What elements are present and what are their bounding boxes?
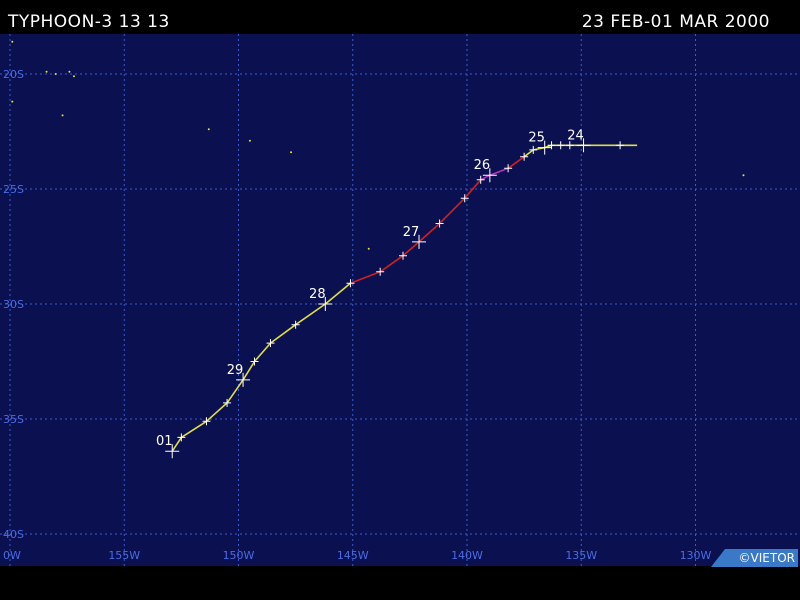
ocean-background: [0, 34, 800, 566]
day-label: 28: [309, 287, 326, 302]
track-map: 0W 155W 150W 145W 140W 135W 130W 20S 25S 30S 35S 40…: [0, 34, 800, 566]
island-dot: [742, 174, 745, 177]
island-dot: [54, 73, 57, 75]
island-dot: [68, 70, 71, 73]
lon-tick-label: 150W: [223, 549, 255, 562]
island-dot: [45, 70, 48, 73]
lon-tick-label: 140W: [451, 549, 483, 562]
island-dot: [61, 114, 64, 117]
lat-tick-label: 25S: [3, 183, 24, 196]
map-canvas: 0W 155W 150W 145W 140W 135W 130W 20S 25S 30S 35S 40…: [0, 34, 800, 566]
day-label: 29: [227, 363, 244, 378]
lat-tick-label: 20S: [3, 68, 24, 81]
lat-tick-label: 40S: [3, 528, 24, 541]
island-dot: [248, 139, 251, 142]
lat-tick-label: 30S: [3, 298, 24, 311]
date-range: 23 FEB-01 MAR 2000: [581, 12, 770, 32]
island-dot: [72, 75, 75, 78]
lon-tick-label: 135W: [565, 549, 597, 562]
day-label: 27: [403, 225, 420, 240]
day-label: 25: [528, 131, 545, 146]
credit-label: ©VIETOR: [711, 549, 798, 567]
island-dot: [207, 128, 210, 131]
island-dot: [290, 151, 293, 154]
lon-tick-label: 145W: [337, 549, 369, 562]
day-label: 24: [567, 128, 584, 143]
lat-tick-label: 35S: [3, 413, 24, 426]
lon-tick-label: 130W: [680, 549, 712, 562]
map-title: TYPHOON-3 13 13: [8, 12, 170, 32]
island-dot: [11, 40, 14, 43]
lon-tick-label: 0W: [3, 549, 21, 562]
island-dot: [11, 100, 14, 103]
lon-tick-label: 155W: [108, 549, 140, 562]
day-label: 01: [156, 434, 173, 449]
island-dot: [367, 247, 370, 250]
day-label: 26: [474, 158, 491, 173]
